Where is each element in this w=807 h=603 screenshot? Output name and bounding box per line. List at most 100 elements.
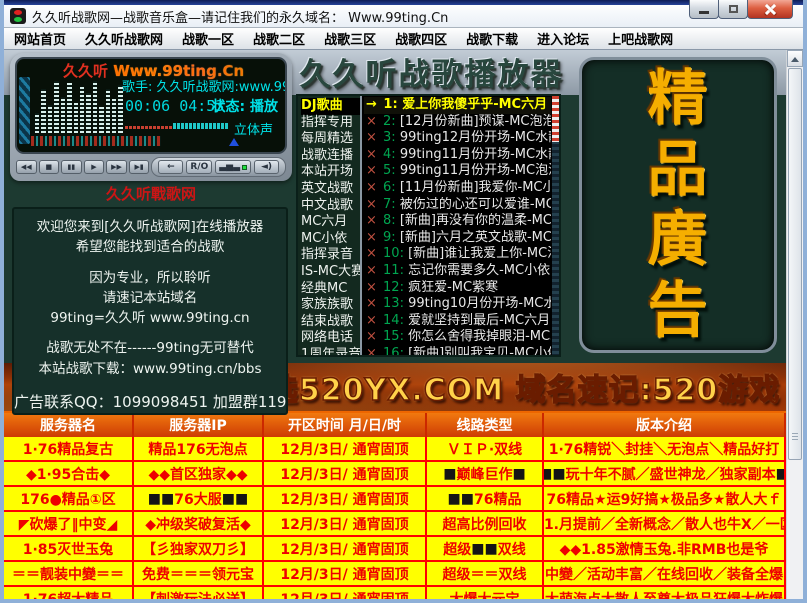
- premium-ad-banner[interactable]: 精品廣告: [579, 57, 777, 353]
- category-item[interactable]: IS-MC大赛: [301, 264, 360, 281]
- track-title: [新曲]六月之英文战歌-MC六月: [400, 230, 551, 245]
- playlist-track[interactable]: × 11: 忘记你需要多久-MC小依: [364, 263, 551, 280]
- page: 久久听 Www.99ting.Cn 歌手: 久久听战歌网:www.99t 00:…: [4, 50, 786, 599]
- menu-item-0[interactable]: 网站首页: [14, 29, 66, 48]
- playlist-track[interactable]: × 16: [新曲]别叫我宝贝-MC小依: [364, 346, 551, 355]
- black-square-icon: ■: [222, 491, 235, 507]
- category-item[interactable]: 结束战歌: [301, 314, 360, 331]
- progress-dash: [213, 123, 216, 129]
- track-number: 12:: [379, 280, 408, 295]
- rewind-button[interactable]: ◀◀: [16, 160, 37, 174]
- server-table-row[interactable]: 1·76超大精品【刺激玩法必送】12月/3日/ 通宵固顶大爆大元宝大萌海点大散人…: [4, 587, 786, 599]
- minimize-button[interactable]: [689, 0, 719, 19]
- caption-buttons: [690, 0, 793, 19]
- table-cell: 12月/3日/ 通宵固顶: [264, 562, 427, 585]
- welcome-line: [14, 328, 286, 338]
- welcome-line: [14, 258, 286, 268]
- category-item[interactable]: 1周年录音: [301, 347, 360, 355]
- server-table-row[interactable]: ＝＝靓装中變＝＝免费＝＝＝领元宝12月/3日/ 通宵固顶超级＝＝双线中變／活动丰…: [4, 562, 786, 587]
- category-item[interactable]: 经典MC: [301, 281, 360, 298]
- table-cell: 免费＝＝＝领元宝: [134, 562, 264, 585]
- repeat-button[interactable]: R/O: [186, 160, 212, 174]
- player-lcd-screen: 久久听 Www.99ting.Cn 歌手: 久久听战歌网:www.99t 00:…: [15, 57, 287, 154]
- server-table-row[interactable]: ◤砍爆了‖中变◢◆冲级奖破复活◆12月/3日/ 通宵固顶超高比例回收11.月提前…: [4, 512, 786, 537]
- volume-button[interactable]: ◄): [254, 160, 279, 174]
- table-header-cell: 服务器名: [4, 413, 134, 437]
- menu-item-3[interactable]: 战歌二区: [253, 29, 305, 48]
- spectrum-base-strip: [31, 136, 161, 146]
- black-square-icon: ■: [471, 541, 484, 557]
- category-item[interactable]: 战歌连播: [301, 148, 360, 165]
- playlist-track[interactable]: × 12: 疯狂爱-MC紫寒: [364, 280, 551, 297]
- category-item[interactable]: 指挥专用: [301, 115, 360, 132]
- menu-item-6[interactable]: 战歌下载: [466, 29, 518, 48]
- progress-dash: [169, 126, 172, 129]
- server-table-row[interactable]: 1·76精品复古精品176无泡点12月/3日/ 通宵固顶ＶＩＰ·双线1·76精锐…: [4, 437, 786, 462]
- table-cell: 12月/3日/ 通宵固顶: [264, 437, 427, 460]
- status-label: 状态: 播放: [212, 96, 278, 116]
- progress-dash: [193, 123, 196, 129]
- category-item[interactable]: 指挥录音: [301, 247, 360, 264]
- pause-button[interactable]: ▮▮: [61, 160, 82, 174]
- table-cell: ■■76大服■■: [134, 487, 264, 510]
- category-item[interactable]: 中文战歌: [301, 198, 360, 215]
- progress-dash: [197, 123, 200, 129]
- playlist-track[interactable]: × 10: [新曲]谁让我爱上你-MC泡泡: [364, 246, 551, 263]
- forward-button[interactable]: ▶▶: [106, 160, 127, 174]
- track-number: 1:: [379, 97, 402, 112]
- progress-dash: [165, 126, 168, 129]
- track-number: 14:: [379, 313, 408, 328]
- menu-item-2[interactable]: 战歌一区: [182, 29, 234, 48]
- category-item[interactable]: 网络电话: [301, 330, 360, 347]
- playlist-scrollbar[interactable]: [552, 96, 559, 355]
- welcome-line: 因为专业，所以聆听: [14, 268, 286, 288]
- equalizer-button[interactable]: ▃▅▃: [215, 160, 251, 174]
- page-scrollbar[interactable]: [786, 50, 803, 599]
- spectrum-bar: [99, 107, 103, 133]
- menu-item-1[interactable]: 久久听战歌网: [85, 29, 163, 48]
- return-button[interactable]: ←: [158, 160, 183, 174]
- play-button[interactable]: ▶: [84, 160, 105, 174]
- playlist-track[interactable]: × 2: [12月份新曲]预谋-MC泡泡: [364, 114, 551, 131]
- playlist-scrollbar-thumb[interactable]: [552, 96, 559, 142]
- playlist-track[interactable]: × 7: 被伤过的心还可以爱谁-MC紫寒: [364, 197, 551, 214]
- menu-item-8[interactable]: 上吧战歌网: [608, 29, 673, 48]
- table-cell: 12月/3日/ 通宵固顶: [264, 587, 427, 599]
- playlist-track[interactable]: × 5: 99ting11月份开场-MC泡泡: [364, 163, 551, 180]
- server-table-row[interactable]: ◆1·95合击◆◆◆首区独家◆◆12月/3日/ 通宵固顶■巅峰巨作■■■玩十年不…: [4, 462, 786, 487]
- category-item[interactable]: 家族族歌: [301, 297, 360, 314]
- server-table-row[interactable]: 176●精品①区■■76大服■■12月/3日/ 通宵固顶■■76精品76精品★运…: [4, 487, 786, 512]
- playlist-track[interactable]: × 3: 99ting12月份开场-MC水静芷: [364, 130, 551, 147]
- playlist-track[interactable]: → 1: 爱上你我傻乎乎-MC六月: [364, 97, 551, 114]
- category-item[interactable]: 每周精选: [301, 131, 360, 148]
- category-item[interactable]: 英文战歌: [301, 181, 360, 198]
- track-number: 8:: [379, 213, 400, 228]
- playlist-track[interactable]: × 4: 99ting11月份开场-MC水静芷: [364, 147, 551, 164]
- category-item[interactable]: DJ歌曲: [301, 98, 360, 115]
- track-title: [新曲]别叫我宝贝-MC小依: [408, 346, 551, 355]
- playlist-track[interactable]: × 6: [11月份新曲]我爱你-MC小依: [364, 180, 551, 197]
- scrollbar-thumb[interactable]: [788, 68, 802, 460]
- close-button[interactable]: [747, 0, 793, 19]
- category-item[interactable]: 本站开场: [301, 164, 360, 181]
- playlist-track[interactable]: × 13: 99ting10月份开场-MC水静芷: [364, 296, 551, 313]
- table-cell: 176●精品①区: [4, 487, 134, 510]
- scroll-up-button[interactable]: [787, 50, 803, 67]
- playlist-track[interactable]: × 8: [新曲]再没有你的温柔-MC泡泡: [364, 213, 551, 230]
- playlist-track[interactable]: × 15: 你怎么舍得我掉眼泪-MC水静芷: [364, 329, 551, 346]
- spectrum-bar: [54, 81, 58, 133]
- menu-item-4[interactable]: 战歌三区: [324, 29, 376, 48]
- menu-item-5[interactable]: 战歌四区: [395, 29, 447, 48]
- titlebar[interactable]: 久久听战歌网—战歌音乐盒—请记住我们的永久域名： Www.99ting.Cn: [4, 5, 803, 28]
- playlist-track[interactable]: × 14: 爱就坚持到最后-MC六月: [364, 313, 551, 330]
- category-item[interactable]: MC六月: [301, 214, 360, 231]
- stop-button[interactable]: ■: [39, 160, 60, 174]
- playlist-track[interactable]: × 9: [新曲]六月之英文战歌-MC六月: [364, 230, 551, 247]
- menu-item-7[interactable]: 进入论坛: [537, 29, 589, 48]
- track-number: 11:: [379, 263, 408, 278]
- spectrum-bar: [61, 97, 65, 133]
- category-item[interactable]: MC小依: [301, 231, 360, 248]
- server-table-row[interactable]: 1·85灭世玉兔【彡独家双刀彡】12月/3日/ 通宵固顶超级■■双线◆◆1.85…: [4, 537, 786, 562]
- maximize-button[interactable]: [718, 0, 748, 19]
- next-button[interactable]: ▶▮: [129, 160, 150, 174]
